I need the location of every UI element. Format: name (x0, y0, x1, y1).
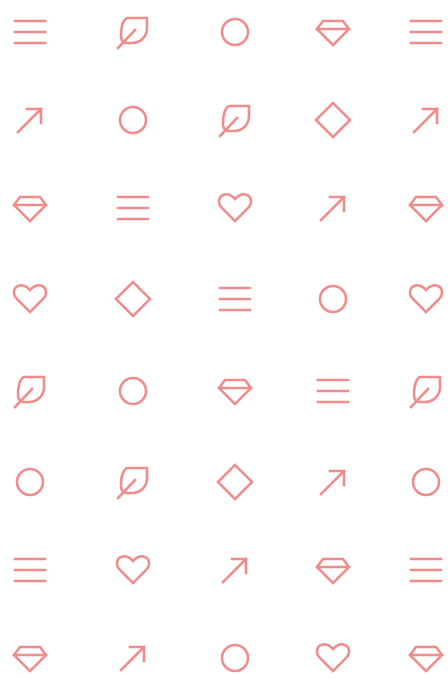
heart-icon (406, 279, 446, 319)
diamond-gem-icon (10, 638, 50, 678)
arrow-up-right-icon (113, 638, 153, 678)
diamond-gem-icon (406, 188, 446, 228)
leaf-icon (113, 462, 153, 502)
menu-icon (406, 12, 446, 52)
diamond-gem-icon (313, 550, 353, 590)
leaf-icon (215, 100, 255, 140)
heart-icon (313, 638, 353, 678)
arrow-up-right-icon (313, 188, 353, 228)
menu-icon (313, 371, 353, 411)
menu-icon (215, 279, 255, 319)
diamond-gem-icon (215, 371, 255, 411)
leaf-icon (406, 371, 446, 411)
circle-icon (313, 279, 353, 319)
heart-icon (215, 188, 255, 228)
circle-icon (215, 638, 255, 678)
arrow-up-right-icon (313, 462, 353, 502)
heart-icon (113, 550, 153, 590)
circle-icon (113, 100, 153, 140)
arrow-up-right-icon (406, 100, 446, 140)
menu-icon (10, 550, 50, 590)
menu-icon (10, 12, 50, 52)
heart-icon (10, 279, 50, 319)
circle-icon (10, 462, 50, 502)
rhombus-icon (113, 279, 153, 319)
diamond-gem-icon (313, 12, 353, 52)
arrow-up-right-icon (215, 550, 255, 590)
diamond-gem-icon (406, 638, 446, 678)
rhombus-icon (313, 100, 353, 140)
circle-icon (113, 371, 153, 411)
menu-icon (113, 188, 153, 228)
icon-pattern-grid (0, 0, 448, 673)
diamond-gem-icon (10, 188, 50, 228)
arrow-up-right-icon (10, 100, 50, 140)
leaf-icon (10, 371, 50, 411)
leaf-icon (113, 12, 153, 52)
menu-icon (406, 550, 446, 590)
circle-icon (215, 12, 255, 52)
circle-icon (406, 462, 446, 502)
rhombus-icon (215, 462, 255, 502)
